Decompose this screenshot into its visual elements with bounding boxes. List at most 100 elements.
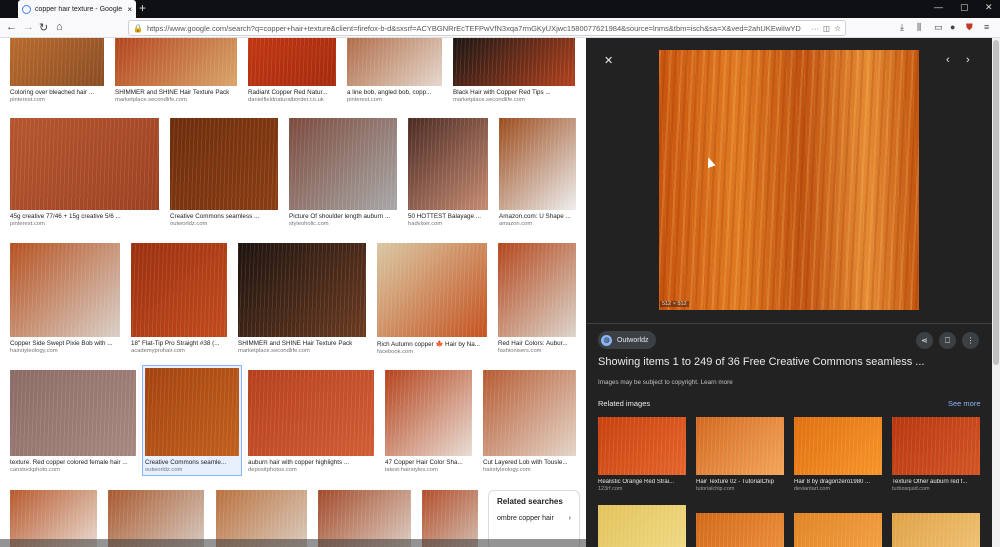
result-card-5[interactable]: 45g creative 77/46 + 15g creative 5/6 ..… xyxy=(10,118,159,227)
result-card-3[interactable]: a line bob, angled bob, copp... pinterest… xyxy=(347,38,442,103)
result-card-18[interactable]: 47 Copper Hair Color Sha... latest-hairst… xyxy=(385,370,472,473)
result-caption[interactable]: Copper Side Swept Pixie Bob with ... xyxy=(10,340,120,347)
related-image-card-1[interactable]: Hair Texture 02 - TutorialChip tutorialch… xyxy=(696,417,784,492)
result-thumbnail[interactable] xyxy=(248,38,336,86)
result-card-2[interactable]: Radiant Copper Red Natur... danielfieldna… xyxy=(248,38,336,103)
related-thumbnail[interactable] xyxy=(696,417,784,475)
restore-button[interactable]: ▢ xyxy=(960,2,969,13)
result-caption[interactable]: Cut Layered Lob with Tousle... xyxy=(483,459,576,466)
related-title[interactable]: Realistic Orange Red Strai... xyxy=(598,479,686,485)
learn-more-link[interactable]: Learn more xyxy=(701,379,733,386)
menu-icon[interactable]: ≡ xyxy=(984,22,989,32)
home-icon[interactable]: ⌂ xyxy=(56,21,63,33)
related-title[interactable]: Hair Texture 02 - TutorialChip xyxy=(696,479,784,485)
result-card-0[interactable]: Coloring over bleached hair ... pinterest… xyxy=(10,38,104,103)
reload-icon[interactable]: ↻ xyxy=(39,21,48,34)
window-close-button[interactable]: ✕ xyxy=(985,2,993,13)
address-bar[interactable]: 🔒 https://www.google.com/search?q=copper… xyxy=(128,20,846,36)
downloads-icon[interactable]: ⤓ xyxy=(900,22,904,33)
result-card-15[interactable]: texture. Red copper colored female hair … xyxy=(10,370,136,473)
result-caption[interactable]: 50 HOTTEST Balayage ... xyxy=(408,213,488,220)
scrollbar-thumb[interactable] xyxy=(993,40,999,365)
result-card-8[interactable]: 50 HOTTEST Balayage ... hadviser.com xyxy=(408,118,488,227)
result-card-10[interactable]: Copper Side Swept Pixie Bob with ... hair… xyxy=(10,243,120,354)
result-caption[interactable]: SHIMMER and SHINE Hair Texture Pack xyxy=(115,89,237,96)
related-image-card-7[interactable] xyxy=(892,513,980,547)
result-thumbnail[interactable] xyxy=(115,38,237,86)
related-image-card-3[interactable]: Texture Other auburn red f... turbosquid.… xyxy=(892,417,980,492)
result-card-9[interactable]: Amazon.com: U Shape ... amazon.com xyxy=(499,118,576,227)
extension-shield-icon[interactable]: ⛊ xyxy=(966,22,973,33)
result-card-7[interactable]: Picture Of shoulder length auburn ... sty… xyxy=(289,118,397,227)
result-thumbnail[interactable] xyxy=(170,118,278,210)
preview-image[interactable] xyxy=(659,50,919,310)
pocket-icon[interactable]: ◫ xyxy=(823,24,830,33)
related-thumbnail[interactable] xyxy=(794,513,882,547)
related-title[interactable]: Hair 8 by dragonzero1980 ... xyxy=(794,479,882,485)
page-actions-icon[interactable]: ··· xyxy=(812,24,820,33)
result-card-11[interactable]: 18" Flat-Tip Pro Straight #38 (... academ… xyxy=(131,243,227,354)
account-icon[interactable]: ● xyxy=(950,22,955,32)
share-button[interactable]: ⋖ xyxy=(916,332,933,349)
more-options-button[interactable]: ⋮ xyxy=(962,332,979,349)
next-image-button[interactable]: › xyxy=(966,54,970,66)
forward-arrow-icon[interactable]: → xyxy=(23,21,34,33)
result-caption[interactable]: Creative Commons seamless ... xyxy=(170,213,278,220)
related-thumbnail[interactable] xyxy=(696,513,784,547)
site-chip[interactable]: ◍ Outworldz xyxy=(598,331,656,349)
related-image-card-6[interactable] xyxy=(794,513,882,547)
result-card-14[interactable]: Red Hair Colors: Aubur... fashionisers.co… xyxy=(498,243,576,354)
related-image-card-0[interactable]: Realistic Orange Red Strai... 123rf.com xyxy=(598,417,686,492)
result-caption[interactable]: 45g creative 77/46 + 15g creative 5/6 ..… xyxy=(10,213,159,220)
related-image-card-2[interactable]: Hair 8 by dragonzero1980 ... deviantart.c… xyxy=(794,417,882,492)
related-thumbnail[interactable] xyxy=(892,417,980,475)
result-caption[interactable]: Rich Autumn copper 🍁 Hair by Na... xyxy=(377,340,487,348)
see-more-link[interactable]: See more xyxy=(948,399,981,408)
related-title[interactable]: Texture Other auburn red f... xyxy=(892,479,980,485)
result-thumbnail[interactable] xyxy=(131,243,227,337)
result-caption[interactable]: SHIMMER and SHINE Hair Texture Pack xyxy=(238,340,366,347)
related-thumbnail[interactable] xyxy=(598,505,686,547)
result-card-17[interactable]: auburn hair with copper highlights ... de… xyxy=(248,370,374,473)
result-thumbnail[interactable] xyxy=(289,118,397,210)
result-card-4[interactable]: Black Hair with Copper Red Tips ... marke… xyxy=(453,38,575,103)
previous-image-button[interactable]: ‹ xyxy=(946,54,950,66)
result-caption[interactable]: Radiant Copper Red Natur... xyxy=(248,89,336,96)
related-search-chip[interactable]: ombre copper hair › xyxy=(497,515,571,522)
result-thumbnail[interactable] xyxy=(499,118,576,210)
library-icon[interactable]: ⫼ xyxy=(917,22,921,33)
result-card-1[interactable]: SHIMMER and SHINE Hair Texture Pack marke… xyxy=(115,38,237,103)
result-thumbnail[interactable] xyxy=(347,38,442,86)
result-caption[interactable]: 47 Copper Hair Color Sha... xyxy=(385,459,472,466)
close-panel-button[interactable]: ✕ xyxy=(604,54,613,67)
result-card-6[interactable]: Creative Commons seamless ... outworldz.c… xyxy=(170,118,278,227)
result-thumbnail[interactable] xyxy=(238,243,366,337)
result-thumbnail[interactable] xyxy=(453,38,575,86)
result-thumbnail[interactable] xyxy=(408,118,488,210)
result-thumbnail[interactable] xyxy=(377,243,487,337)
result-caption[interactable]: auburn hair with copper highlights ... xyxy=(248,459,374,466)
result-caption[interactable]: Creative Commons seamle... xyxy=(145,459,239,466)
new-tab-button[interactable]: + xyxy=(139,1,146,15)
back-arrow-icon[interactable]: ← xyxy=(6,21,17,33)
result-thumbnail[interactable] xyxy=(385,370,472,456)
bookmark-star-icon[interactable]: ☆ xyxy=(834,24,841,33)
result-thumbnail[interactable] xyxy=(10,38,104,86)
result-thumbnail[interactable] xyxy=(10,370,136,456)
result-thumbnail[interactable] xyxy=(248,370,374,456)
related-thumbnail[interactable] xyxy=(598,417,686,475)
related-image-card-5[interactable] xyxy=(696,513,784,547)
result-thumbnail[interactable] xyxy=(10,243,120,337)
result-card-13[interactable]: Rich Autumn copper 🍁 Hair by Na... facebo… xyxy=(377,243,487,355)
related-image-card-4[interactable] xyxy=(598,505,686,547)
result-thumbnail[interactable] xyxy=(145,368,239,456)
result-thumbnail[interactable] xyxy=(498,243,576,337)
sidebar-icon[interactable]: ▭ xyxy=(934,22,943,33)
tab-close-icon[interactable]: × xyxy=(127,5,132,14)
result-caption[interactable]: Picture Of shoulder length auburn ... xyxy=(289,213,397,220)
result-card-16-selected[interactable]: Creative Commons seamle... outworldz.com xyxy=(142,365,242,476)
result-thumbnail[interactable] xyxy=(483,370,576,456)
browser-tab[interactable]: copper hair texture - Google Se × xyxy=(18,0,136,18)
result-caption[interactable]: 18" Flat-Tip Pro Straight #38 (... xyxy=(131,340,227,347)
result-thumbnail[interactable] xyxy=(10,118,159,210)
